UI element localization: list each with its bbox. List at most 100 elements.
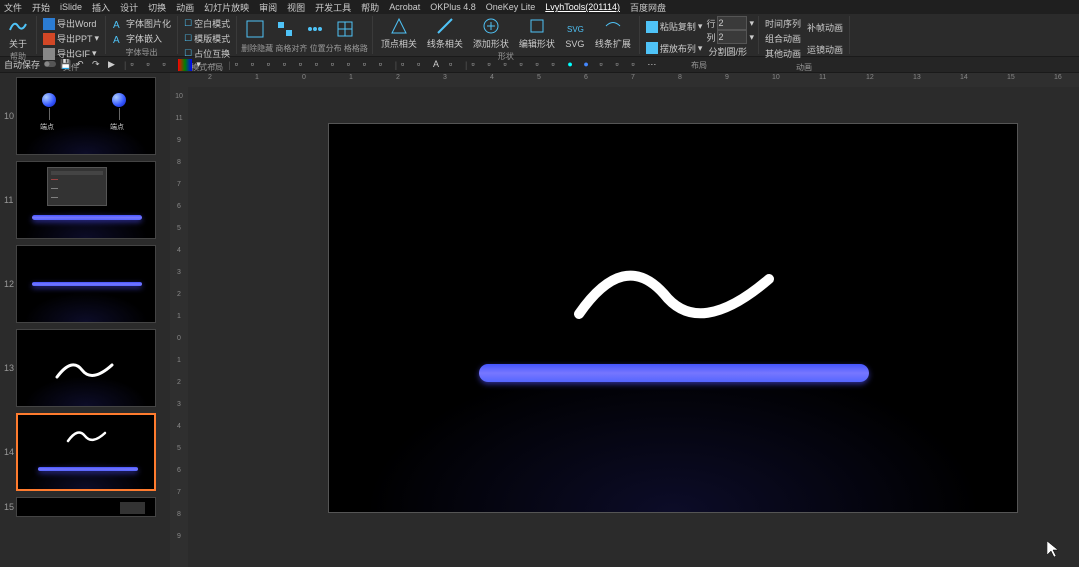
- thumbnail-15[interactable]: [16, 497, 156, 517]
- qat-tool-icon[interactable]: ▫: [299, 59, 311, 71]
- qat-overflow-icon[interactable]: ⋯: [647, 59, 659, 71]
- slow-button[interactable]: 运镜动画: [805, 42, 845, 57]
- qat-tool-icon[interactable]: ▫: [251, 59, 263, 71]
- about-button[interactable]: 关于: [4, 16, 32, 50]
- undo-icon[interactable]: ↶: [76, 59, 88, 71]
- qat-text-icon[interactable]: A: [433, 59, 445, 71]
- group-anim: 动画: [763, 61, 845, 73]
- slideshow-icon[interactable]: ▶: [108, 59, 120, 71]
- qat-tool-icon[interactable]: ▫: [130, 59, 142, 71]
- menu-insert[interactable]: 插入: [92, 1, 110, 14]
- thumbnail-13[interactable]: [16, 329, 156, 407]
- other-button[interactable]: 其他动画: [763, 46, 803, 61]
- thumbnail-11[interactable]: ———: [16, 161, 156, 239]
- qat-tool-icon[interactable]: ▫: [551, 59, 563, 71]
- qat-tool-icon[interactable]: ▫: [599, 59, 611, 71]
- qat-tool-icon[interactable]: ▾: [196, 59, 208, 71]
- menu-okplus[interactable]: OKPlus 4.8: [430, 2, 476, 12]
- qat-tool-icon[interactable]: ▫: [615, 59, 627, 71]
- menu-islide[interactable]: iSlide: [60, 2, 82, 12]
- paste-button[interactable]: 粘贴复制 ▾: [644, 19, 705, 34]
- thumbnail-12[interactable]: [16, 245, 156, 323]
- qat-tool-icon[interactable]: ▫: [162, 59, 174, 71]
- time-button[interactable]: 时间序列: [763, 16, 803, 31]
- qat-tool-icon[interactable]: ▫: [471, 59, 483, 71]
- menu-dev[interactable]: 开发工具: [315, 1, 351, 14]
- align-button[interactable]: [271, 16, 299, 42]
- vertex-button[interactable]: 顶点相关: [377, 16, 421, 50]
- ext-icon: [603, 16, 623, 36]
- cursor-icon: [1047, 541, 1059, 557]
- qat-tool-icon[interactable]: ▫: [267, 59, 279, 71]
- menu-start[interactable]: 开始: [32, 1, 50, 14]
- menu-onekey[interactable]: OneKey Lite: [486, 2, 536, 12]
- qat-blue-icon[interactable]: ●: [583, 59, 595, 71]
- qat-tool-icon[interactable]: ▫: [315, 59, 327, 71]
- del-hidden-button[interactable]: [241, 16, 269, 42]
- qat-tool-icon[interactable]: ▫: [449, 59, 461, 71]
- thumbnail-14-selected[interactable]: [16, 413, 156, 491]
- edit-shape-button[interactable]: 编辑形状: [515, 16, 559, 50]
- menu-acrobat[interactable]: Acrobat: [389, 2, 420, 12]
- export-word-button[interactable]: 导出Word: [41, 16, 101, 31]
- menu-transition[interactable]: 切换: [148, 1, 166, 14]
- add-icon: [481, 16, 501, 36]
- export-ppt-button[interactable]: 导出PPT ▾: [41, 31, 101, 46]
- qat-tool-icon[interactable]: ▫: [379, 59, 391, 71]
- blank-mode-button[interactable]: ☐ 空白模式: [182, 16, 232, 31]
- menu-review[interactable]: 审阅: [259, 1, 277, 14]
- wave-icon: [8, 16, 28, 36]
- qat-tool-icon[interactable]: ▫: [535, 59, 547, 71]
- combo-button[interactable]: 组合动画: [763, 31, 803, 46]
- qat-tool-icon[interactable]: ▫: [417, 59, 429, 71]
- arrange-button[interactable]: 摆放布列 ▾: [644, 41, 705, 56]
- redo-icon[interactable]: ↷: [92, 59, 104, 71]
- qat-tool-icon[interactable]: ▫: [487, 59, 499, 71]
- paste-icon: [646, 21, 658, 33]
- qat-tool-icon[interactable]: ▫: [519, 59, 531, 71]
- menu-help[interactable]: 帮助: [361, 1, 379, 14]
- menu-lvyh[interactable]: LvyhTools(201114): [545, 2, 620, 12]
- col-label: 列: [706, 31, 715, 44]
- svg-button[interactable]: SVGSVG: [561, 16, 589, 50]
- menu-slideshow[interactable]: 幻灯片放映: [204, 1, 249, 14]
- supp-button[interactable]: 补帧动画: [805, 20, 845, 35]
- thumb-number: 12: [4, 279, 16, 289]
- menu-baidu[interactable]: 百度网盘: [630, 1, 666, 14]
- menu-anim[interactable]: 动画: [176, 1, 194, 14]
- qat-tool-icon[interactable]: ▫: [631, 59, 643, 71]
- thumbnail-10[interactable]: 端点 端点: [16, 77, 156, 155]
- row-input[interactable]: [717, 16, 747, 30]
- qat-tool-icon[interactable]: ▫: [283, 59, 295, 71]
- qat-cyan-icon[interactable]: ●: [567, 59, 579, 71]
- qat-tool-icon[interactable]: ▫: [401, 59, 413, 71]
- qat-tool-icon[interactable]: ▫: [212, 59, 224, 71]
- qat-tool-icon[interactable]: ▫: [331, 59, 343, 71]
- menu-view[interactable]: 视图: [287, 1, 305, 14]
- split-button[interactable]: 分割圆/形: [706, 44, 754, 59]
- qat-tool-icon[interactable]: ▫: [146, 59, 158, 71]
- distribute-button[interactable]: [301, 16, 329, 42]
- slide-thumbnails: 10 端点 端点 11 ——— 12 13: [0, 73, 170, 567]
- autosave-toggle[interactable]: [44, 59, 56, 71]
- add-shape-button[interactable]: 添加形状: [469, 16, 513, 50]
- save-icon[interactable]: 💾: [60, 59, 72, 71]
- qat-color-icon[interactable]: [178, 59, 192, 71]
- slide-canvas[interactable]: [328, 123, 1018, 513]
- qat-tool-icon[interactable]: ▫: [363, 59, 375, 71]
- line-ext-button[interactable]: 线条扩展: [591, 16, 635, 50]
- qat-tool-icon[interactable]: ▫: [347, 59, 359, 71]
- grid-path-button[interactable]: [331, 16, 359, 42]
- group-layout: 布局: [644, 59, 754, 71]
- col-input[interactable]: [717, 30, 747, 44]
- menu-file[interactable]: 文件: [4, 1, 22, 14]
- qat-tool-icon[interactable]: ▫: [503, 59, 515, 71]
- font-embed-button[interactable]: A字体嵌入: [110, 31, 173, 46]
- menu-design[interactable]: 设计: [120, 1, 138, 14]
- template-mode-button[interactable]: ☐ 模版模式: [182, 31, 232, 46]
- line-button[interactable]: 线条相关: [423, 16, 467, 50]
- curve-shape[interactable]: [569, 254, 789, 334]
- grid-icon: [245, 19, 265, 39]
- font-pic-button[interactable]: A字体图片化: [110, 16, 173, 31]
- qat-tool-icon[interactable]: ▫: [235, 59, 247, 71]
